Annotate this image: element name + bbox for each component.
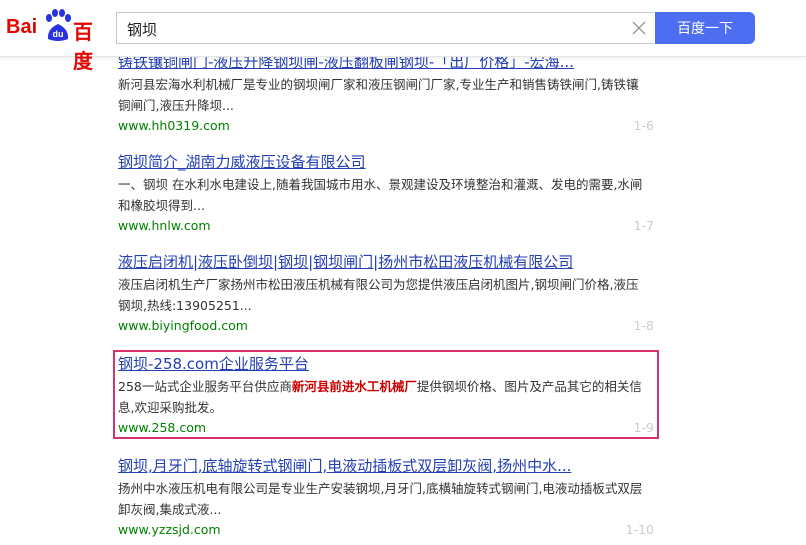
result-rank: 1-7: [633, 218, 654, 233]
result-title[interactable]: 钢坝,月牙门,底轴旋转式钢闸门,电液动插板式双层卸灰阀,扬州中水...: [118, 456, 658, 476]
result-abstract: 新河县宏海水利机械厂是专业的钢坝闸厂家和液压钢闸门厂家,专业生产和销售铸铁闸门,…: [118, 77, 639, 113]
result-url[interactable]: www.258.com: [118, 420, 206, 435]
result-item: 液压启闭机|液压卧倒坝|钢坝|钢坝闸门|扬州市松田液压机械有限公司 液压启闭机生…: [118, 252, 658, 336]
result-item-highlighted: 钢坝-258.com企业服务平台 258一站式企业服务平台供应商新河县前进水工机…: [118, 354, 658, 438]
result-url[interactable]: www.biyingfood.com: [118, 318, 248, 333]
result-item: 铸铁镶铜闸门-液压升降钢坝闸-液压翻板闸钢坝-「出厂价格」-宏海... 新河县宏…: [118, 52, 658, 136]
result-url[interactable]: www.yzzsjd.com: [118, 522, 221, 537]
search-input[interactable]: [125, 13, 629, 45]
result-url[interactable]: www.hnlw.com: [118, 218, 211, 233]
result-rank: 1-9: [633, 420, 654, 435]
result-item: 钢坝,月牙门,底轴旋转式钢闸门,电液动插板式双层卸灰阀,扬州中水... 扬州中水…: [118, 456, 658, 540]
result-abstract: 258一站式企业服务平台供应商新河县前进水工机械厂提供钢坝价格、图片及产品其它的…: [118, 376, 648, 418]
baidu-logo[interactable]: Bai du 百度: [6, 8, 108, 73]
logo-chinese: 百度: [73, 20, 93, 73]
paw-icon: du: [46, 9, 71, 41]
result-item: 钢坝简介_湖南力威液压设备有限公司 一、钢坝 在水利水电建设上,随着我国城市用水…: [118, 152, 658, 236]
result-abstract: 液压启闭机生产厂家扬州市松田液压机械有限公司为您提供液压启闭机图片,钢坝闸门价格…: [118, 277, 639, 313]
result-rank: 1-10: [625, 522, 654, 537]
result-title[interactable]: 钢坝简介_湖南力威液压设备有限公司: [118, 152, 658, 172]
header: Bai du 百度 百度一下: [0, 0, 806, 73]
search-box: [116, 12, 654, 45]
result-abstract: 一、钢坝 在水利水电建设上,随着我国城市用水、景观建设及环境整治和灌溉、发电的需…: [118, 177, 643, 213]
abstract-pre: 258一站式企业服务平台供应商: [118, 379, 292, 394]
logo-latin: Bai: [6, 16, 38, 38]
result-rank: 1-6: [633, 118, 654, 133]
search-button[interactable]: 百度一下: [655, 12, 755, 44]
paw-text: du: [53, 29, 64, 39]
abstract-company: 新河县前进水工机械厂: [291, 379, 417, 394]
close-icon[interactable]: [632, 21, 646, 35]
result-url[interactable]: www.hh0319.com: [118, 118, 230, 133]
result-title[interactable]: 液压启闭机|液压卧倒坝|钢坝|钢坝闸门|扬州市松田液压机械有限公司: [118, 252, 658, 272]
result-title[interactable]: 钢坝-258.com企业服务平台: [118, 354, 658, 374]
result-rank: 1-8: [633, 318, 654, 333]
result-abstract: 扬州中水液压机电有限公司是专业生产安装钢坝,月牙门,底横轴旋转式钢闸门,电液动插…: [118, 481, 643, 517]
